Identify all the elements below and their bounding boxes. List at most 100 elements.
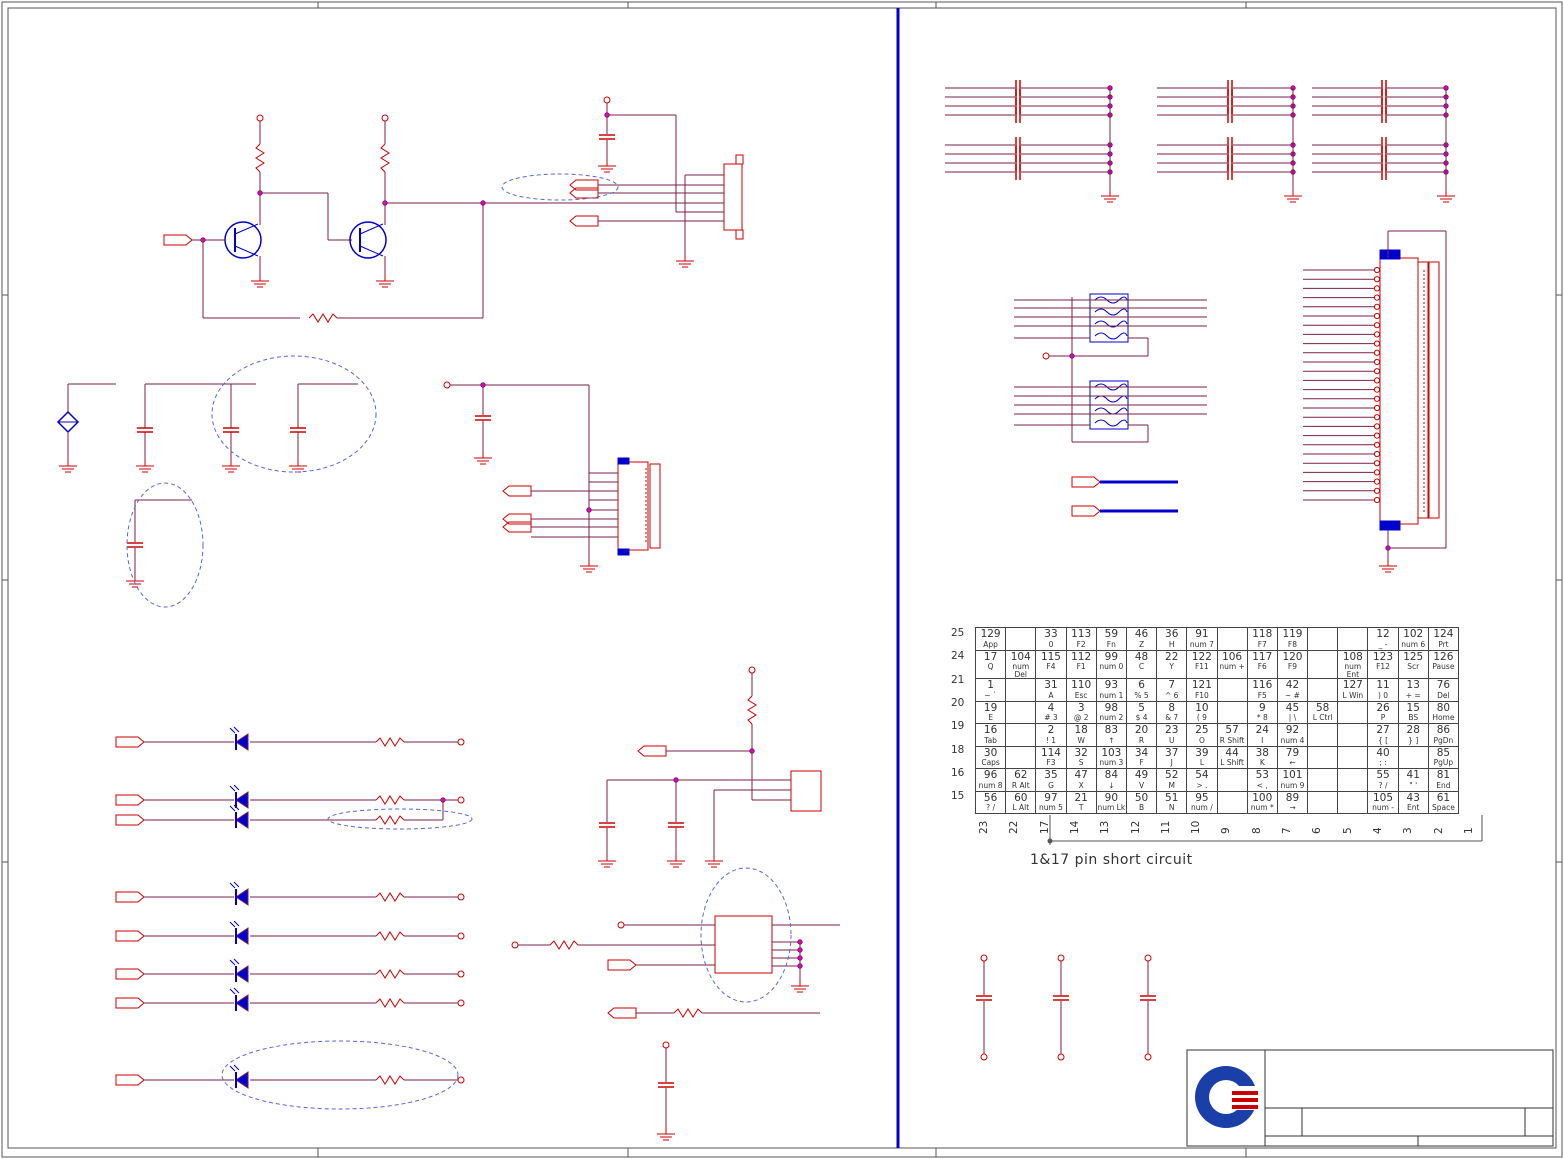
matrix-row: 30 Caps 114 F3 32 S 103 num 3 34 F 37 J 39 L 44 L Shift…: [974, 745, 1460, 769]
key-code: 45: [1285, 701, 1300, 714]
key-label: ( 9: [1196, 713, 1207, 722]
matrix-cell: 27{ [: [1367, 723, 1399, 747]
key-label: K: [1259, 758, 1265, 767]
matrix-cell: 34 F: [1125, 745, 1158, 769]
matrix-cell: 40; :: [1367, 745, 1399, 769]
key-code: 129: [980, 628, 1001, 640]
matrix-cell: 101 num 9: [1276, 768, 1309, 792]
matrix-cell: 33 0: [1035, 627, 1067, 651]
key-label: App: [983, 639, 998, 649]
matrix-cell: 58 L Ctrl: [1307, 700, 1339, 724]
matrix-cell: 80 Home: [1427, 700, 1460, 724]
matrix-cell: [1216, 700, 1248, 724]
key-label: F11: [1194, 662, 1209, 671]
matrix-cell: 114 F3: [1035, 745, 1067, 769]
key-label: E: [988, 713, 993, 722]
matrix-cell: 112 F1: [1065, 649, 1097, 679]
key-code: 125: [1403, 650, 1424, 663]
matrix-cell: 11) 0: [1367, 678, 1399, 702]
matrix-cell: 93 num 1: [1095, 678, 1127, 702]
matrix-cell: 8 & 7: [1156, 700, 1188, 724]
matrix-cell: [1337, 700, 1369, 724]
matrix-cell: 28} ]: [1397, 723, 1429, 747]
key-code: 123: [1373, 650, 1394, 663]
connector-top: [501, 96, 744, 268]
key-label: num 2: [1099, 713, 1124, 722]
key-label: num 6: [1401, 639, 1426, 649]
key-code: 27: [1376, 724, 1390, 736]
matrix-cell: 15 BS: [1397, 700, 1429, 724]
matrix-column-label: 14: [1068, 820, 1081, 834]
matrix-cell: 120 F9: [1276, 649, 1309, 679]
matrix-cell: 32 S: [1065, 745, 1097, 769]
key-code: 60: [1014, 791, 1028, 804]
key-label: L Win: [1342, 690, 1364, 700]
key-label: F10: [1194, 690, 1209, 700]
matrix-cell: [1337, 723, 1369, 747]
matrix-row-label: 18: [951, 743, 965, 756]
key-code: 46: [1134, 628, 1149, 640]
key-label: H: [1168, 639, 1175, 649]
key-code: 34: [1134, 746, 1149, 759]
matrix-cell: [1005, 627, 1037, 651]
key-label: num -: [1372, 803, 1394, 812]
matrix-cell: 3 @ 2: [1065, 700, 1097, 724]
key-code: 113: [1071, 628, 1092, 640]
key-label: Prt: [1438, 639, 1449, 649]
key-label: U: [1168, 735, 1175, 745]
key-label: F5: [1257, 690, 1267, 700]
matrix-cell: 102 num 6: [1397, 627, 1429, 651]
sheet-frame: [1, 1, 1563, 1158]
key-code: 50: [1134, 791, 1149, 804]
matrix-cell: 129 App: [974, 627, 1007, 651]
matrix-row: 56? /60 L Alt 97 num 5 21 T 90 num Lk 50 B 51 N 95 nu…: [974, 790, 1460, 814]
key-label: num 8: [978, 780, 1003, 790]
matrix-cell: 123 F12: [1367, 649, 1399, 679]
key-code: 122: [1191, 650, 1212, 663]
key-code: 10: [1195, 701, 1209, 714]
key-label: Tab: [984, 735, 997, 745]
key-code: 17: [983, 650, 998, 663]
key-label: Del: [1437, 690, 1450, 700]
key-code: 28: [1406, 724, 1420, 736]
matrix-column-label: 2: [1432, 827, 1445, 834]
matrix-cell: 96 num 8: [974, 768, 1007, 792]
matrix-cell: 127 L Win: [1337, 678, 1369, 702]
matrix-cell: 54 > .: [1186, 768, 1218, 792]
matrix-cell: [1005, 678, 1037, 702]
led-indicators: [115, 726, 473, 1110]
matrix-cell: 1 ~ `: [974, 678, 1007, 702]
matrix-cell: 53 < ,: [1246, 768, 1278, 792]
key-label: ^ 6: [1164, 690, 1179, 700]
company-logo: [1195, 1066, 1260, 1128]
key-code: 62: [1014, 769, 1028, 781]
key-label: F2: [1076, 639, 1086, 649]
key-code: 37: [1165, 746, 1179, 759]
key-label: F6: [1257, 662, 1267, 671]
key-label: G: [1048, 780, 1054, 790]
matrix-cell: 37 J: [1156, 745, 1188, 769]
matrix-column-label: 22: [1008, 820, 1021, 834]
matrix-cell: 26 P: [1367, 700, 1399, 724]
matrix-cell: 104 num Del: [1005, 649, 1037, 679]
key-code: 4: [1047, 701, 1055, 714]
key-code: 115: [1040, 650, 1061, 663]
key-code: 114: [1040, 746, 1061, 759]
key-code: 52: [1165, 769, 1179, 781]
matrix-cell: [1216, 790, 1248, 814]
key-label: @ 2: [1073, 713, 1089, 722]
matrix-cell: 51 N: [1156, 790, 1188, 814]
key-label: Pause: [1432, 662, 1455, 671]
key-code: 90: [1104, 791, 1119, 804]
key-code: 103: [1101, 746, 1122, 759]
key-label: ? /: [986, 803, 996, 812]
key-code: 21: [1074, 791, 1088, 804]
key-code: 104: [1010, 650, 1031, 663]
matrix-cell: 18 W: [1065, 723, 1097, 747]
key-label: Ent: [1407, 803, 1420, 812]
matrix-cell: 126 Pause: [1427, 649, 1460, 679]
matrix-column-label: 13: [1099, 820, 1112, 834]
key-label: C: [1138, 662, 1145, 671]
key-code: 89: [1285, 791, 1300, 804]
key-label: L Shift: [1220, 758, 1244, 767]
